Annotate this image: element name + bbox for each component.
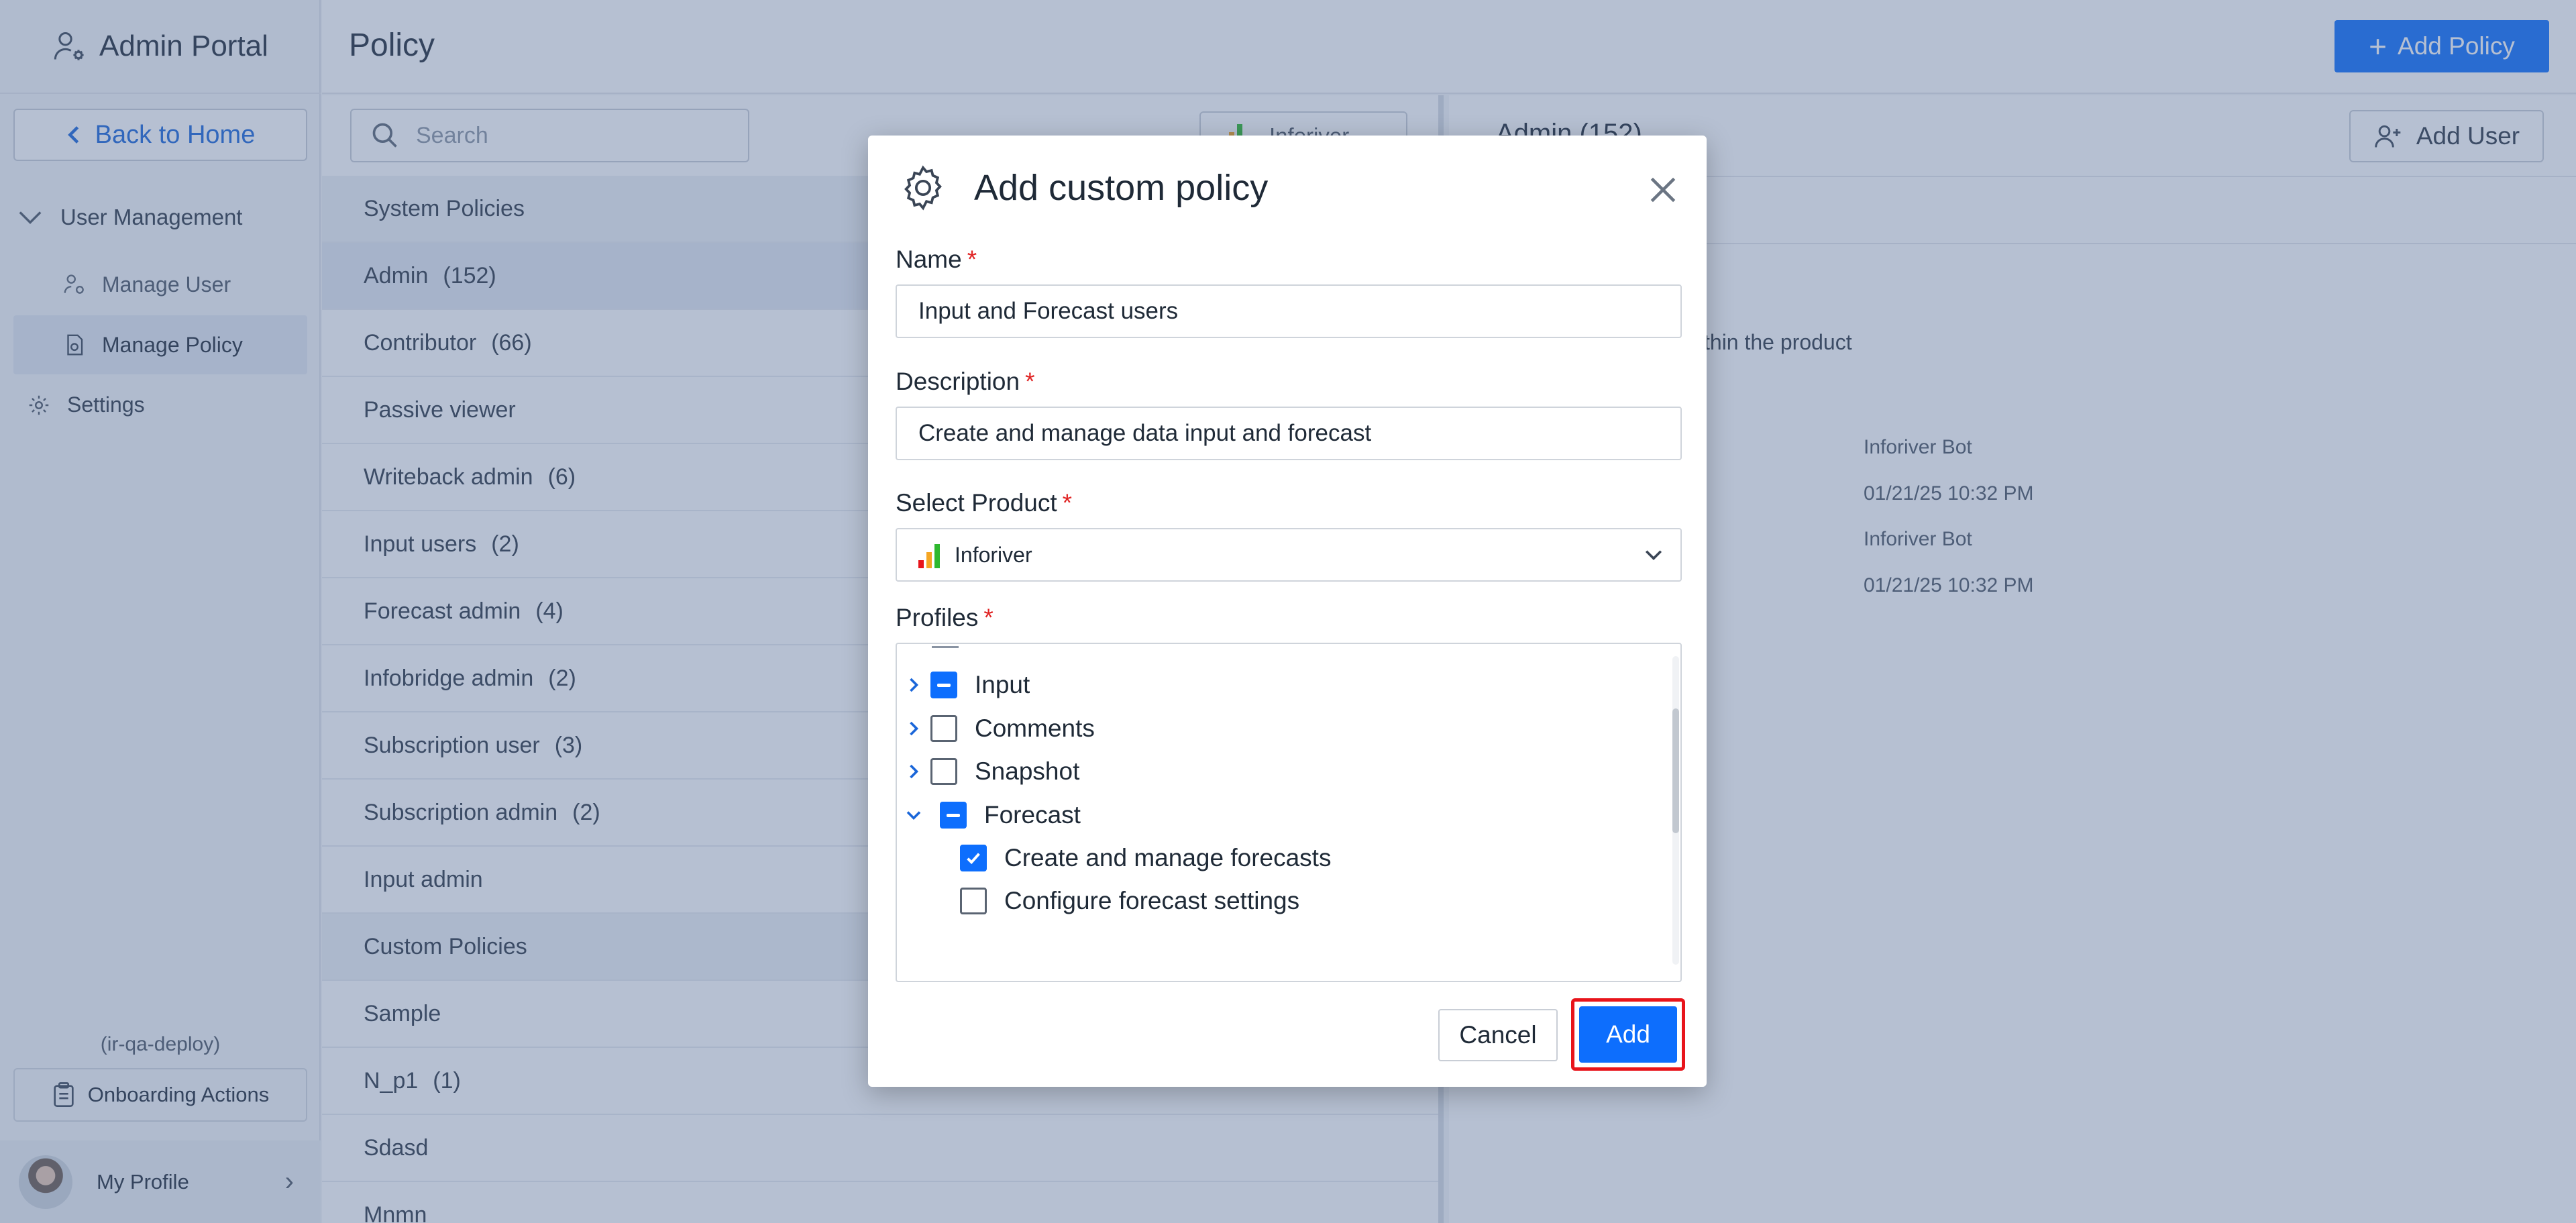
chevron-right-icon[interactable]: [904, 719, 924, 739]
name-label: Name *: [896, 246, 977, 273]
tree-node-configure-forecast-settings[interactable]: Configure forecast settings: [960, 887, 1299, 915]
description-label: Description *: [896, 368, 1035, 395]
tree-node-create-manage-forecasts[interactable]: Create and manage forecasts: [960, 844, 1331, 872]
dialog-title: Add custom policy: [974, 168, 1269, 208]
partial-checkbox-above: [932, 644, 959, 648]
tree-node-forecast[interactable]: Forecast: [904, 801, 1081, 829]
profiles-tree[interactable]: Input Comments Snapshot Forecast Create …: [896, 643, 1682, 982]
cancel-button[interactable]: Cancel: [1438, 1009, 1558, 1061]
description-field[interactable]: Create and manage data input and forecas…: [896, 407, 1682, 460]
product-label: Select Product *: [896, 489, 1073, 517]
checkbox[interactable]: [930, 715, 957, 742]
product-select[interactable]: Inforiver: [896, 528, 1682, 582]
add-custom-policy-dialog: Add custom policy Name * Input and Foreca…: [868, 136, 1707, 1087]
check-icon: [967, 853, 980, 865]
inforiver-logo-icon: [918, 541, 940, 568]
scrollbar-thumb[interactable]: [1672, 708, 1679, 833]
add-button[interactable]: Add: [1579, 1006, 1677, 1063]
profiles-label: Profiles *: [896, 604, 994, 631]
chevron-down-icon: [1645, 550, 1662, 560]
tree-node-comments[interactable]: Comments: [904, 714, 1095, 743]
chevron-down-icon[interactable]: [904, 805, 924, 825]
checkbox[interactable]: [930, 758, 957, 785]
chevron-right-icon[interactable]: [904, 761, 924, 782]
tree-node-snapshot[interactable]: Snapshot: [904, 757, 1079, 786]
chevron-right-icon[interactable]: [904, 675, 924, 695]
tree-node-input[interactable]: Input: [904, 671, 1030, 699]
name-field[interactable]: Input and Forecast users: [896, 284, 1682, 338]
product-value: Inforiver: [955, 542, 1032, 567]
policy-settings-icon: [904, 165, 942, 211]
dialog-header: Add custom policy: [898, 162, 1268, 213]
checkbox[interactable]: [960, 888, 987, 914]
checkbox-indeterminate[interactable]: [930, 672, 957, 698]
checkbox-checked[interactable]: [960, 845, 987, 871]
checkbox-indeterminate[interactable]: [940, 802, 967, 829]
close-icon[interactable]: [1646, 173, 1680, 207]
